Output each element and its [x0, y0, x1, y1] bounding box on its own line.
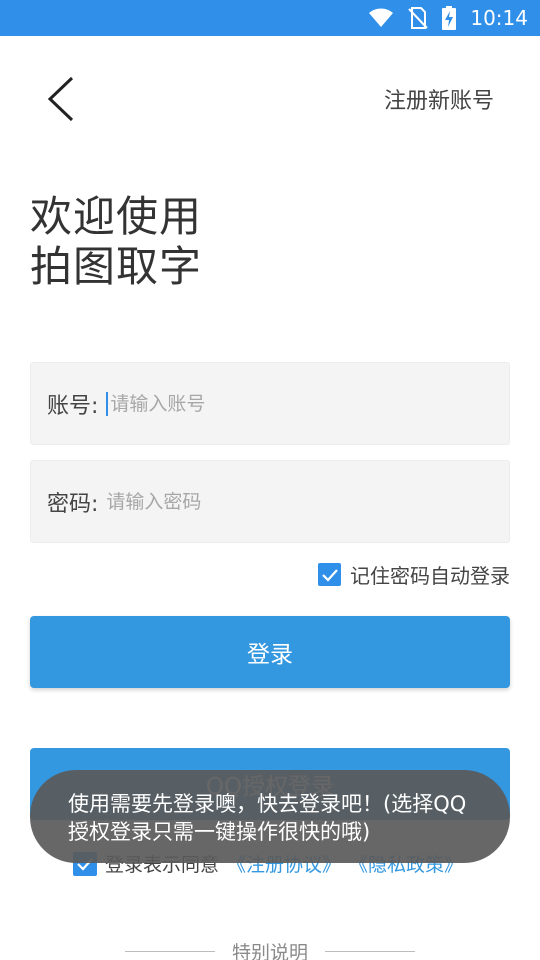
back-button[interactable]	[34, 72, 88, 126]
no-sim-icon	[408, 7, 429, 29]
chevron-left-icon	[47, 76, 74, 122]
register-link[interactable]: 注册新账号	[384, 83, 494, 115]
account-field[interactable]: 账号:	[30, 362, 510, 445]
toast-message: 使用需要先登录噢，快去登录吧！(选择QQ授权登录只需一键操作很快的哦)	[30, 770, 510, 863]
account-label: 账号:	[47, 393, 99, 419]
special-note: 特别说明	[125, 938, 415, 960]
checkbox-checked-icon[interactable]	[318, 563, 341, 586]
special-note-label: 特别说明	[231, 941, 308, 960]
password-label: 密码:	[47, 491, 99, 517]
welcome-line-2: 拍图取字	[30, 242, 203, 291]
status-bar: 10:14	[0, 0, 540, 36]
text-caret	[106, 391, 109, 416]
remember-label: 记住密码自动登录	[350, 564, 510, 588]
password-input[interactable]	[106, 490, 447, 513]
status-icons: 10:14	[368, 0, 528, 36]
remember-checkbox[interactable]: 记住密码自动登录	[318, 560, 510, 589]
welcome-line-1: 欢迎使用	[30, 192, 203, 241]
battery-charging-icon	[442, 6, 457, 30]
header: 注册新账号	[0, 36, 540, 162]
password-field[interactable]: 密码:	[30, 460, 510, 543]
status-time: 10:14	[470, 6, 528, 30]
account-input[interactable]	[110, 392, 451, 415]
welcome-title: 欢迎使用 拍图取字	[30, 192, 202, 292]
divider-right	[324, 950, 415, 952]
divider-left	[125, 950, 215, 952]
wifi-icon	[369, 8, 394, 27]
login-button[interactable]: 登录	[30, 616, 510, 688]
